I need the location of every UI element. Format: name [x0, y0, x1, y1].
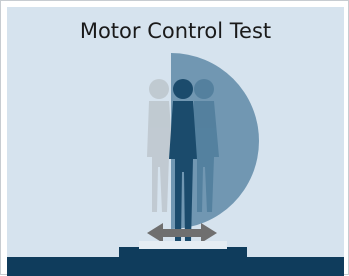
card-frame: Motor Control Test — [0, 0, 349, 276]
motor-control-illustration — [7, 53, 344, 276]
ghost-figure-left-icon — [147, 79, 173, 212]
motor-control-test-panel: Motor Control Test — [7, 7, 344, 276]
force-platform-icon — [7, 241, 344, 276]
